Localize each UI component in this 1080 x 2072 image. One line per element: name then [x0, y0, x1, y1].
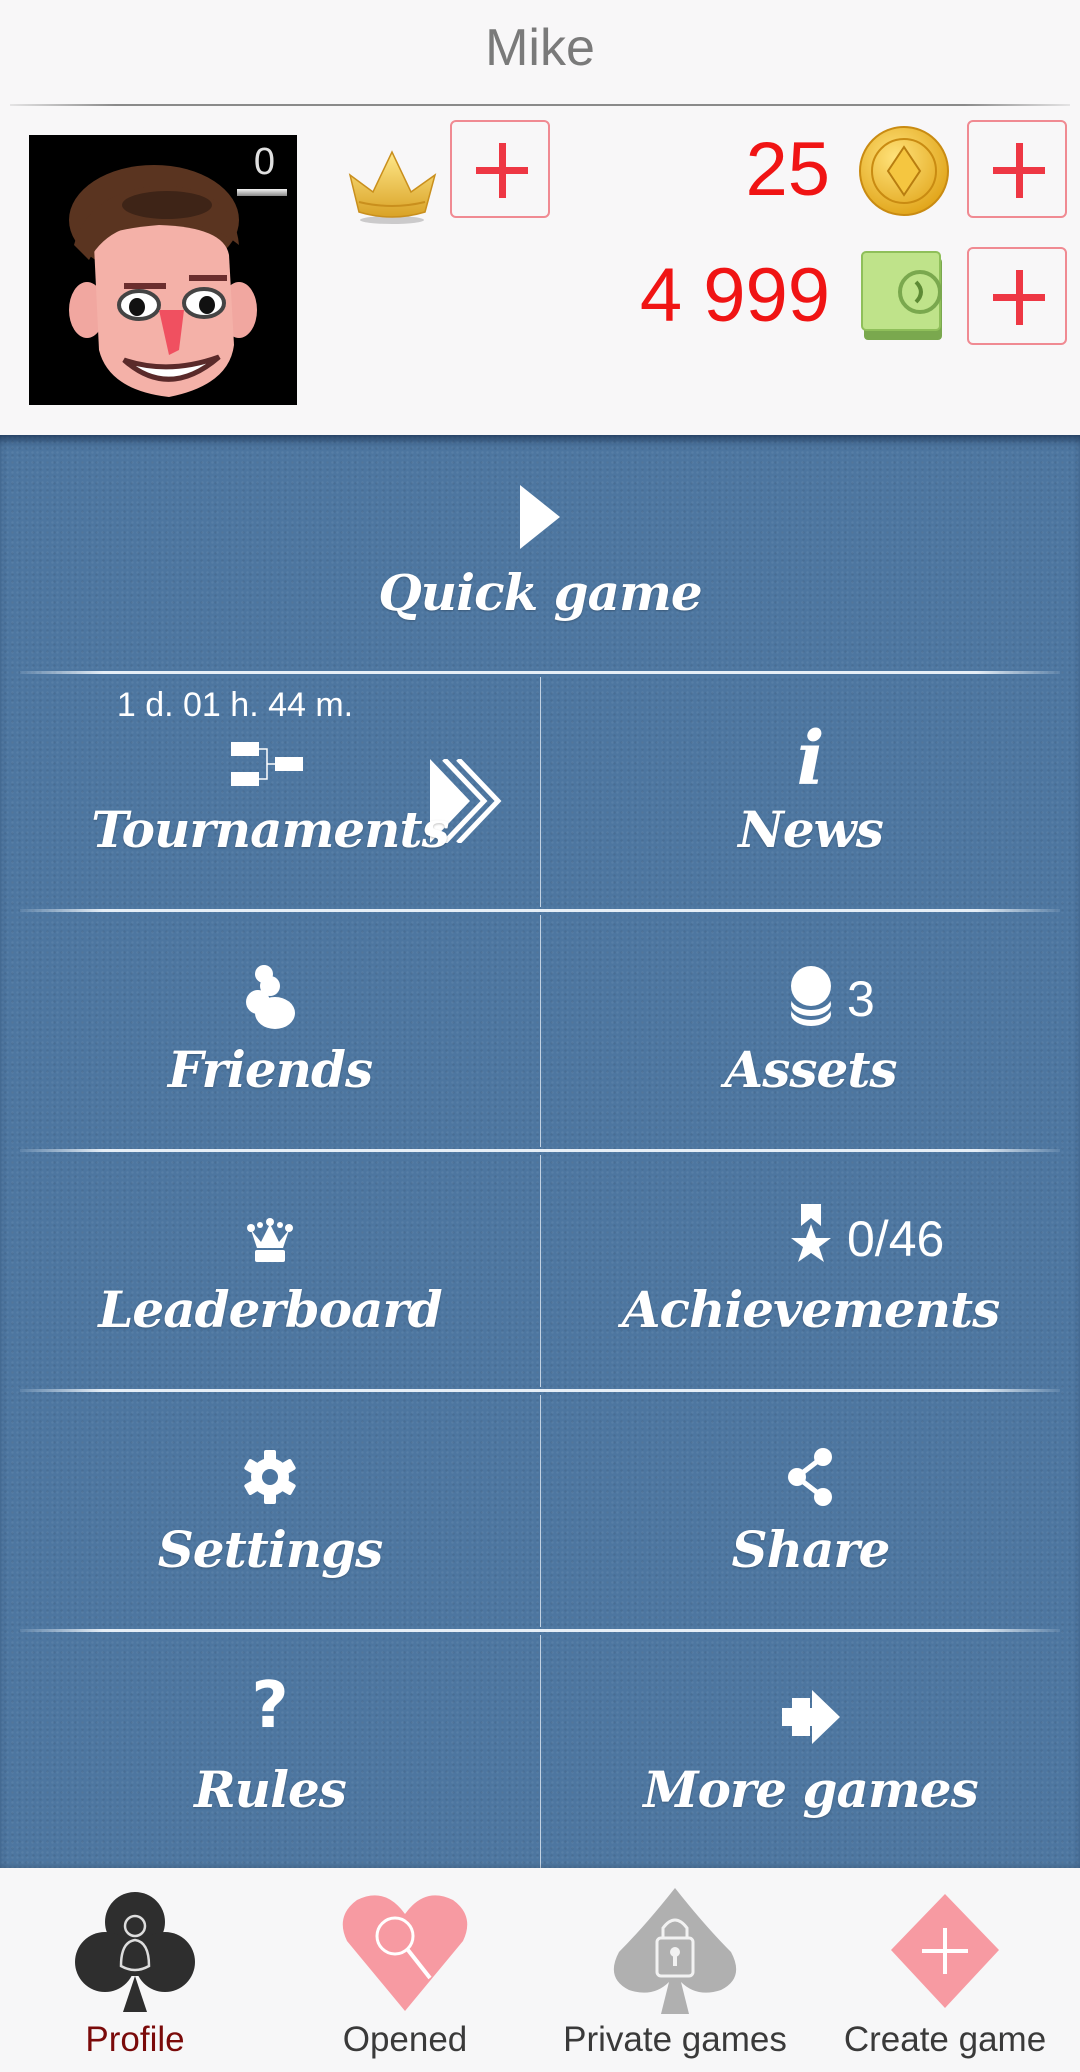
add-coins-button[interactable]: [967, 120, 1067, 218]
settings-label: Settings: [157, 1520, 384, 1579]
coin-stack-icon: [791, 966, 831, 1026]
achievements-button[interactable]: 0/46 Achievements: [541, 1152, 1080, 1390]
more-games-button[interactable]: More games: [541, 1632, 1080, 1868]
gold-coin-icon: [859, 126, 949, 216]
heart-search-icon: [342, 1895, 468, 2011]
crown-icon: [348, 150, 437, 224]
club-profile-icon: [75, 1892, 195, 2012]
column-divider: [540, 1395, 541, 1627]
nav-label-profile: Profile: [85, 2020, 185, 2059]
cash-amount: 4 999: [639, 253, 830, 338]
cash-icon: [861, 251, 942, 340]
medal-star-icon: [791, 1204, 831, 1262]
diamond-plus-icon: [891, 1894, 999, 2008]
achievements-label: Achievements: [621, 1280, 1001, 1339]
rules-label: Rules: [194, 1760, 347, 1819]
queen-crown-icon: [247, 1218, 293, 1262]
column-divider: [540, 915, 541, 1147]
nav-label-private-games: Private games: [563, 2020, 787, 2059]
leaderboard-label: Leaderboard: [98, 1280, 443, 1339]
column-divider: [540, 677, 541, 907]
bottom-navigation: Profile Opened Private games Create game: [0, 1868, 1080, 2072]
tournament-timer: 1 d. 01 h. 44 m.: [116, 686, 354, 724]
column-divider: [540, 1635, 541, 1868]
quick-game-button[interactable]: Quick game: [0, 435, 1080, 672]
nav-label-create-game: Create game: [843, 2020, 1047, 2059]
assets-count: 3: [847, 971, 875, 1027]
player-name: Mike: [485, 19, 595, 77]
news-label: News: [738, 800, 884, 859]
assets-label: Assets: [724, 1040, 897, 1099]
tournaments-button[interactable]: 1 d. 01 h. 44 m. Tournaments: [0, 674, 540, 910]
friends-label: Friends: [167, 1040, 373, 1099]
play-icon: [520, 485, 560, 549]
coins-amount: 25: [745, 127, 830, 212]
profile-header: Mike 0 25 4 999: [0, 0, 1080, 435]
friends-icon: [246, 965, 295, 1029]
nav-tab-opened[interactable]: Opened: [270, 1868, 540, 2072]
header-divider: [10, 104, 1070, 106]
info-icon: i: [796, 716, 825, 802]
avatar[interactable]: 0: [29, 135, 297, 405]
nav-tab-create-game[interactable]: Create game: [810, 1868, 1080, 2072]
bracket-icon: [231, 742, 303, 786]
share-button[interactable]: Share: [541, 1392, 1080, 1630]
news-button[interactable]: i News: [541, 674, 1080, 910]
plus-arrow-icon: [781, 1690, 840, 1744]
assets-button[interactable]: 3 Assets: [541, 912, 1080, 1150]
settings-button[interactable]: Settings: [0, 1392, 540, 1630]
level-number: 0: [253, 141, 275, 183]
add-cash-button[interactable]: [967, 247, 1067, 345]
nav-label-opened: Opened: [342, 2020, 468, 2059]
nav-tab-private-games[interactable]: Private games: [540, 1868, 810, 2072]
main-menu: Quick game 1 d. 01 h. 44 m. Tournaments …: [0, 435, 1080, 1868]
achievements-progress: 0/46: [847, 1211, 945, 1267]
tournaments-label: Tournaments: [91, 800, 450, 859]
share-icon: [787, 1448, 832, 1506]
gear-icon: [244, 1450, 296, 1504]
level-progress-bar: [237, 189, 287, 196]
quick-game-label: Quick game: [378, 563, 702, 622]
share-label: Share: [731, 1520, 890, 1579]
nav-tab-profile[interactable]: Profile: [0, 1868, 270, 2072]
leaderboard-button[interactable]: Leaderboard: [0, 1152, 540, 1390]
more-games-label: More games: [643, 1760, 978, 1819]
question-icon: ?: [251, 1669, 289, 1743]
column-divider: [540, 1155, 541, 1387]
friends-button[interactable]: Friends: [0, 912, 540, 1150]
rules-button[interactable]: ? Rules: [0, 1632, 540, 1868]
spade-lock-icon: [613, 1888, 737, 2014]
